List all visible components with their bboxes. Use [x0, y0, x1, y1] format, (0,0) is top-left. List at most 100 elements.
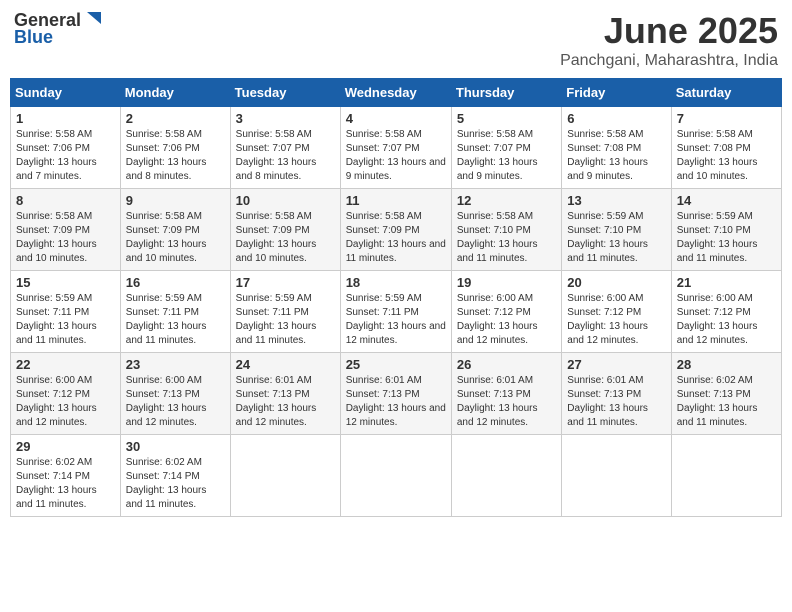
day-info: Sunrise: 5:59 AMSunset: 7:10 PMDaylight:… — [567, 210, 665, 266]
calendar-cell — [562, 435, 671, 517]
day-info: Sunrise: 5:59 AMSunset: 7:11 PMDaylight:… — [16, 292, 115, 348]
day-number: 17 — [236, 275, 335, 290]
calendar-cell: 16Sunrise: 5:59 AMSunset: 7:11 PMDayligh… — [120, 271, 230, 353]
calendar-cell — [451, 435, 561, 517]
calendar-header-tuesday: Tuesday — [230, 79, 340, 107]
calendar-cell — [340, 435, 451, 517]
calendar-header-saturday: Saturday — [671, 79, 781, 107]
day-number: 11 — [346, 193, 446, 208]
day-number: 15 — [16, 275, 115, 290]
day-number: 20 — [567, 275, 665, 290]
day-number: 27 — [567, 357, 665, 372]
day-info: Sunrise: 6:01 AMSunset: 7:13 PMDaylight:… — [346, 374, 446, 430]
calendar-cell: 29 Sunrise: 6:02 AMSunset: 7:14 PMDayligh… — [11, 435, 121, 517]
day-info: Sunrise: 5:58 AMSunset: 7:08 PMDaylight:… — [567, 128, 665, 184]
calendar-cell: 28 Sunrise: 6:02 AMSunset: 7:13 PMDayligh… — [671, 353, 781, 435]
day-number: 13 — [567, 193, 665, 208]
day-number: 22 — [16, 357, 115, 372]
calendar-cell: 8Sunrise: 5:58 AMSunset: 7:09 PMDaylight… — [11, 189, 121, 271]
calendar-cell: 20 Sunrise: 6:00 AMSunset: 7:12 PMDayligh… — [562, 271, 671, 353]
calendar-week-4: 22 Sunrise: 6:00 AMSunset: 7:12 PMDayligh… — [11, 353, 782, 435]
page-header: General Blue June 2025 Panchgani, Mahara… — [10, 10, 782, 70]
day-info: Sunrise: 6:01 AMSunset: 7:13 PMDaylight:… — [457, 374, 556, 430]
day-info: Sunrise: 5:58 AMSunset: 7:09 PMDaylight:… — [346, 210, 446, 266]
day-info: Sunrise: 6:00 AMSunset: 7:13 PMDaylight:… — [126, 374, 225, 430]
day-info: Sunrise: 6:02 AMSunset: 7:14 PMDaylight:… — [16, 456, 115, 512]
calendar-cell: 23 Sunrise: 6:00 AMSunset: 7:13 PMDayligh… — [120, 353, 230, 435]
day-info: Sunrise: 6:01 AMSunset: 7:13 PMDaylight:… — [236, 374, 335, 430]
day-number: 21 — [677, 275, 776, 290]
calendar-table: SundayMondayTuesdayWednesdayThursdayFrid… — [10, 78, 782, 517]
day-info: Sunrise: 5:58 AMSunset: 7:07 PMDaylight:… — [236, 128, 335, 184]
calendar-header-thursday: Thursday — [451, 79, 561, 107]
calendar-cell: 6 Sunrise: 5:58 AMSunset: 7:08 PMDaylight… — [562, 107, 671, 189]
day-info: Sunrise: 6:01 AMSunset: 7:13 PMDaylight:… — [567, 374, 665, 430]
day-info: Sunrise: 5:58 AMSunset: 7:07 PMDaylight:… — [346, 128, 446, 184]
day-info: Sunrise: 5:59 AMSunset: 7:11 PMDaylight:… — [236, 292, 335, 348]
calendar-cell: 17 Sunrise: 5:59 AMSunset: 7:11 PMDayligh… — [230, 271, 340, 353]
day-info: Sunrise: 6:02 AMSunset: 7:13 PMDaylight:… — [677, 374, 776, 430]
day-number: 23 — [126, 357, 225, 372]
calendar-week-5: 29 Sunrise: 6:02 AMSunset: 7:14 PMDayligh… — [11, 435, 782, 517]
calendar-cell: 9 Sunrise: 5:58 AMSunset: 7:09 PMDaylight… — [120, 189, 230, 271]
day-info: Sunrise: 6:00 AMSunset: 7:12 PMDaylight:… — [16, 374, 115, 430]
day-number: 4 — [346, 111, 446, 126]
calendar-header-row: SundayMondayTuesdayWednesdayThursdayFrid… — [11, 79, 782, 107]
day-info: Sunrise: 5:59 AMSunset: 7:11 PMDaylight:… — [346, 292, 446, 348]
calendar-cell: 22 Sunrise: 6:00 AMSunset: 7:12 PMDayligh… — [11, 353, 121, 435]
calendar-cell: 27 Sunrise: 6:01 AMSunset: 7:13 PMDayligh… — [562, 353, 671, 435]
day-info: Sunrise: 6:00 AMSunset: 7:12 PMDaylight:… — [457, 292, 556, 348]
calendar-cell: 3 Sunrise: 5:58 AMSunset: 7:07 PMDaylight… — [230, 107, 340, 189]
calendar-header-wednesday: Wednesday — [340, 79, 451, 107]
day-number: 10 — [236, 193, 335, 208]
day-info: Sunrise: 5:58 AMSunset: 7:07 PMDaylight:… — [457, 128, 556, 184]
calendar-header-friday: Friday — [562, 79, 671, 107]
day-number: 6 — [567, 111, 665, 126]
calendar-header-sunday: Sunday — [11, 79, 121, 107]
calendar-cell: 14Sunrise: 5:59 AMSunset: 7:10 PMDayligh… — [671, 189, 781, 271]
calendar-cell: 18 Sunrise: 5:59 AMSunset: 7:11 PMDayligh… — [340, 271, 451, 353]
day-number: 8 — [16, 193, 115, 208]
day-info: Sunrise: 5:58 AMSunset: 7:06 PMDaylight:… — [16, 128, 115, 184]
calendar-cell: 21 Sunrise: 6:00 AMSunset: 7:12 PMDayligh… — [671, 271, 781, 353]
calendar-cell: 19Sunrise: 6:00 AMSunset: 7:12 PMDayligh… — [451, 271, 561, 353]
calendar-cell — [671, 435, 781, 517]
day-info: Sunrise: 5:58 AMSunset: 7:06 PMDaylight:… — [126, 128, 225, 184]
day-number: 12 — [457, 193, 556, 208]
day-info: Sunrise: 6:00 AMSunset: 7:12 PMDaylight:… — [567, 292, 665, 348]
calendar-cell: 5 Sunrise: 5:58 AMSunset: 7:07 PMDaylight… — [451, 107, 561, 189]
logo: General Blue — [14, 10, 101, 48]
logo-blue-text: Blue — [14, 27, 53, 48]
day-number: 18 — [346, 275, 446, 290]
day-number: 2 — [126, 111, 225, 126]
day-info: Sunrise: 5:58 AMSunset: 7:08 PMDaylight:… — [677, 128, 776, 184]
calendar-cell: 7 Sunrise: 5:58 AMSunset: 7:08 PMDaylight… — [671, 107, 781, 189]
day-info: Sunrise: 6:02 AMSunset: 7:14 PMDaylight:… — [126, 456, 225, 512]
day-number: 28 — [677, 357, 776, 372]
day-number: 26 — [457, 357, 556, 372]
calendar-cell: 13 Sunrise: 5:59 AMSunset: 7:10 PMDayligh… — [562, 189, 671, 271]
day-number: 14 — [677, 193, 776, 208]
day-number: 25 — [346, 357, 446, 372]
calendar-cell: 24Sunrise: 6:01 AMSunset: 7:13 PMDayligh… — [230, 353, 340, 435]
day-info: Sunrise: 6:00 AMSunset: 7:12 PMDaylight:… — [677, 292, 776, 348]
calendar-cell: 15 Sunrise: 5:59 AMSunset: 7:11 PMDayligh… — [11, 271, 121, 353]
calendar-cell: 2 Sunrise: 5:58 AMSunset: 7:06 PMDaylight… — [120, 107, 230, 189]
calendar-cell: 26 Sunrise: 6:01 AMSunset: 7:13 PMDayligh… — [451, 353, 561, 435]
calendar-cell: 11 Sunrise: 5:58 AMSunset: 7:09 PMDayligh… — [340, 189, 451, 271]
day-info: Sunrise: 5:58 AMSunset: 7:09 PMDaylight:… — [126, 210, 225, 266]
calendar-week-2: 8 Sunrise: 5:58 AMSunset: 7:09 PMDaylight… — [11, 189, 782, 271]
day-info: Sunrise: 5:58 AMSunset: 7:10 PMDaylight:… — [457, 210, 556, 266]
calendar-cell — [230, 435, 340, 517]
day-info: Sunrise: 5:58 AMSunset: 7:09 PMDaylight:… — [236, 210, 335, 266]
title-area: June 2025 Panchgani, Maharashtra, India — [560, 10, 778, 70]
calendar-cell: 25 Sunrise: 6:01 AMSunset: 7:13 PMDayligh… — [340, 353, 451, 435]
calendar-body: 1Sunrise: 5:58 AMSunset: 7:06 PMDaylight… — [11, 107, 782, 517]
day-number: 5 — [457, 111, 556, 126]
day-number: 29 — [16, 439, 115, 454]
day-number: 7 — [677, 111, 776, 126]
logo-triangle-icon — [83, 10, 101, 28]
calendar-cell: 1Sunrise: 5:58 AMSunset: 7:06 PMDaylight… — [11, 107, 121, 189]
day-number: 3 — [236, 111, 335, 126]
day-number: 9 — [126, 193, 225, 208]
